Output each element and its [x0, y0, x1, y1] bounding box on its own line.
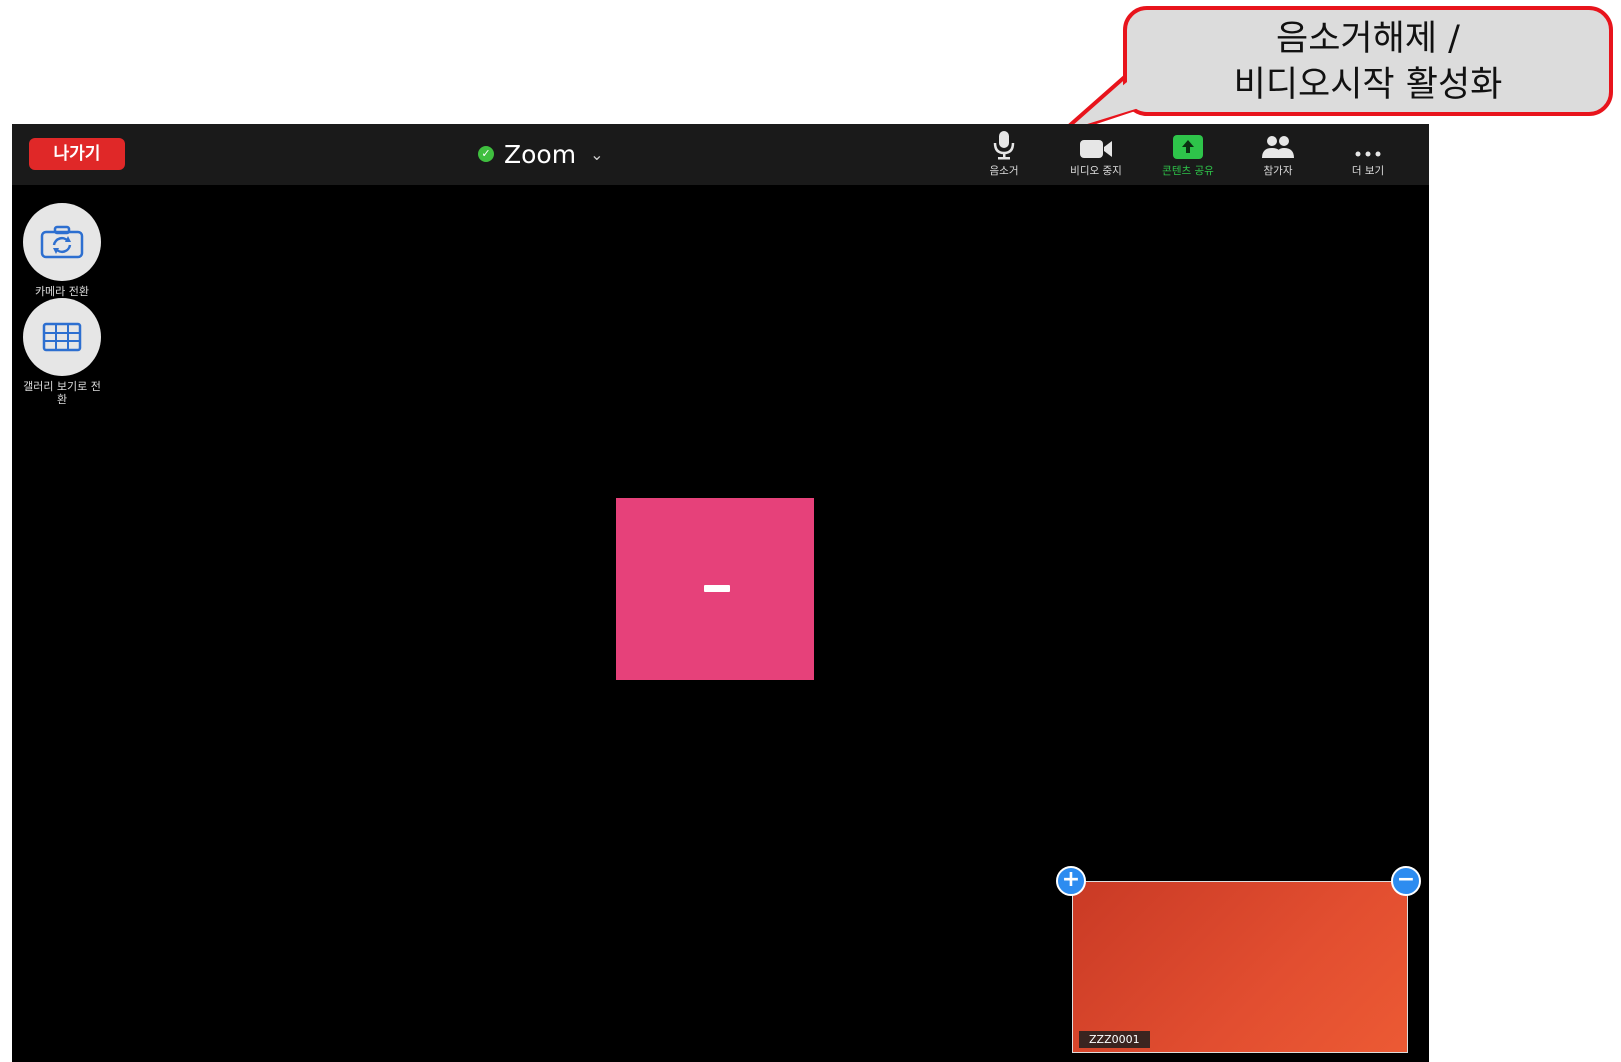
- participants-icon: [1262, 136, 1294, 158]
- stop-video-label: 비디오 중지: [1070, 165, 1122, 177]
- meeting-title-text: Zoom: [504, 139, 577, 169]
- leave-button[interactable]: 나가기: [29, 138, 125, 170]
- mute-label: 음소거: [989, 165, 1019, 177]
- chevron-down-icon: ⌄: [590, 144, 604, 164]
- share-screen-icon: [1173, 135, 1203, 159]
- callout-line-1: 음소거해제 /: [1276, 19, 1460, 59]
- meeting-toolbar: 나가기 ✓ Zoom ⌄ 음소거 비디오 중지 콘텐츠 공유 참가자 더 보기: [12, 124, 1429, 185]
- zoom-meeting-window: 나가기 ✓ Zoom ⌄ 음소거 비디오 중지 콘텐츠 공유 참가자 더 보기 …: [12, 124, 1429, 1062]
- avatar-placeholder-dash: [704, 585, 730, 592]
- callout-annotation: 음소거해제 / 비디오시작 활성화: [1123, 6, 1613, 116]
- meeting-title[interactable]: ✓ Zoom ⌄: [478, 134, 603, 174]
- gallery-view-label: 갤러리 보기로 전환: [23, 380, 101, 406]
- expand-self-view-button[interactable]: +: [1056, 866, 1086, 896]
- minimize-self-view-button[interactable]: −: [1391, 866, 1421, 896]
- participants-label: 참가자: [1263, 165, 1293, 177]
- participant-avatar-tile: [616, 498, 814, 680]
- more-label: 더 보기: [1351, 165, 1385, 177]
- microphone-icon: [993, 131, 1015, 160]
- share-content-button[interactable]: 콘텐츠 공유: [1145, 128, 1231, 182]
- callout-line-2: 비디오시작 활성화: [1233, 65, 1503, 105]
- plus-icon: +: [1061, 867, 1081, 892]
- shield-check-icon: ✓: [478, 146, 494, 162]
- more-icon: [1355, 151, 1381, 157]
- gallery-view-button[interactable]: 갤러리 보기로 전환: [22, 298, 102, 406]
- camera-rotate-icon: [40, 225, 84, 259]
- minus-icon: −: [1396, 867, 1416, 892]
- self-view-name: ZZZ0001: [1079, 1031, 1150, 1048]
- camera-switch-button[interactable]: 카메라 전환: [22, 203, 102, 298]
- gallery-grid-icon: [42, 322, 82, 352]
- self-view-video[interactable]: ZZZ0001: [1072, 881, 1408, 1053]
- video-camera-icon: [1080, 140, 1112, 158]
- more-button[interactable]: 더 보기: [1325, 128, 1411, 182]
- camera-switch-label: 카메라 전환: [34, 285, 90, 298]
- mute-button[interactable]: 음소거: [961, 128, 1047, 182]
- stop-video-button[interactable]: 비디오 중지: [1053, 128, 1139, 182]
- share-content-label: 콘텐츠 공유: [1162, 165, 1214, 177]
- participants-button[interactable]: 참가자: [1235, 128, 1321, 182]
